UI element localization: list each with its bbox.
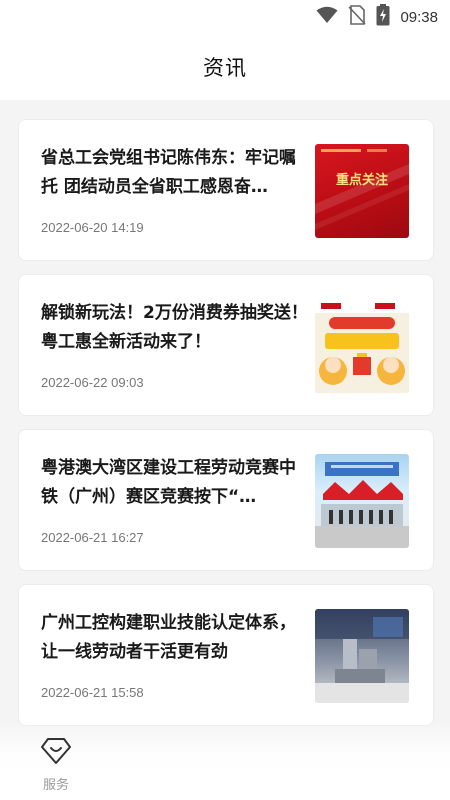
news-headline: 广州工控构建职业技能认定体系，让一线劳动者干活更有劲 <box>41 613 296 662</box>
news-date: 2022-06-21 16:27 <box>41 530 144 545</box>
status-time: 09:38 <box>400 8 438 26</box>
wifi-icon <box>316 6 338 28</box>
news-thumbnail <box>315 299 409 393</box>
no-sim-icon <box>348 5 367 29</box>
news-card[interactable]: 粤港澳大湾区建设工程劳动竞赛中铁（广州）赛区竞赛按下“… 2022-06-21 … <box>18 429 434 571</box>
news-card[interactable]: 广州工控构建职业技能认定体系，让一线劳动者干活更有劲 2022-06-21 15… <box>18 584 434 726</box>
news-date: 2022-06-22 09:03 <box>41 375 144 390</box>
news-text: 粤港澳大湾区建设工程劳动竞赛中铁（广州）赛区竞赛按下“… <box>41 454 311 512</box>
tab-service[interactable]: 服务 <box>26 736 86 796</box>
battery-charging-icon <box>376 4 390 30</box>
news-date: 2022-06-20 14:19 <box>41 220 144 235</box>
diamond-heart-icon <box>40 736 72 770</box>
news-text: 广州工控构建职业技能认定体系，让一线劳动者干活更有劲 <box>41 609 311 667</box>
news-text: 省总工会党组书记陈伟东：牢记嘱托 团结动员全省职工感恩奋… <box>41 144 311 202</box>
news-thumbnail <box>315 609 409 703</box>
thumbnail-caption: 重点关注 <box>336 172 388 188</box>
tab-service-label: 服务 <box>42 778 69 793</box>
thumbnail-graphic <box>315 462 409 548</box>
news-card[interactable]: 省总工会党组书记陈伟东：牢记嘱托 团结动员全省职工感恩奋… 2022-06-20… <box>18 119 434 261</box>
status-bar: 09:38 <box>0 0 450 34</box>
thumbnail-graphic <box>315 609 409 703</box>
news-text: 解锁新玩法！2万份消费券抽奖送！粤工惠全新活动来了！ <box>41 299 311 357</box>
news-headline: 省总工会党组书记陈伟东：牢记嘱托 团结动员全省职工感恩奋… <box>41 148 296 197</box>
news-headline: 解锁新玩法！2万份消费券抽奖送！粤工惠全新活动来了！ <box>41 303 308 352</box>
thumbnail-graphic: 重点关注 <box>315 149 409 230</box>
news-thumbnail <box>315 454 409 548</box>
news-thumbnail: 重点关注 <box>315 144 409 238</box>
page-header: 资讯 <box>0 34 450 100</box>
page-title: 资讯 <box>203 56 247 80</box>
thumbnail-graphic <box>315 299 409 385</box>
news-date: 2022-06-21 15:58 <box>41 685 144 700</box>
news-headline: 粤港澳大湾区建设工程劳动竞赛中铁（广州）赛区竞赛按下“… <box>41 458 296 507</box>
news-card[interactable]: 解锁新玩法！2万份消费券抽奖送！粤工惠全新活动来了！ 2022-06-22 09… <box>18 274 434 416</box>
